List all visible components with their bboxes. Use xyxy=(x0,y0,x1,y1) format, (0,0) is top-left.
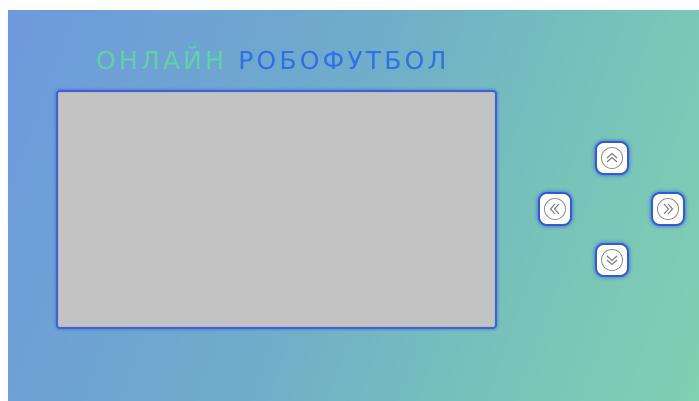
move-left-button[interactable] xyxy=(538,192,572,226)
chevron-double-left-icon xyxy=(544,198,566,220)
chevron-double-down-icon xyxy=(601,249,623,271)
game-screen xyxy=(56,90,497,329)
move-right-button[interactable] xyxy=(651,192,685,226)
page-title: ОНЛАЙН РОБОФУТБОЛ xyxy=(96,46,449,76)
title-online: ОНЛАЙН xyxy=(96,46,228,75)
title-robofootball: РОБОФУТБОЛ xyxy=(238,46,450,75)
move-up-button[interactable] xyxy=(595,141,629,175)
chevron-double-up-icon xyxy=(601,147,623,169)
chevron-double-right-icon xyxy=(657,198,679,220)
app-container: ОНЛАЙН РОБОФУТБОЛ xyxy=(8,10,699,401)
move-down-button[interactable] xyxy=(595,243,629,277)
